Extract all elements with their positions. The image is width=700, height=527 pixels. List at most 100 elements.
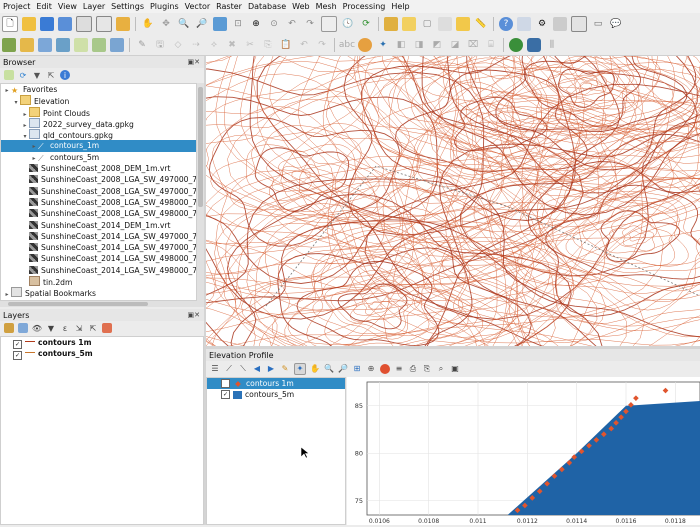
profile-layer-checkbox[interactable]: ✓ [221, 390, 230, 399]
layers-panel-controls-icon[interactable]: ▣✕ [188, 311, 200, 319]
browser-item[interactable]: SunshineCoast_2008_DEM_1m.vrt [1, 163, 196, 174]
zoom-out-icon[interactable]: 🔎 [195, 17, 209, 31]
browser-item[interactable]: SunshineCoast_2014_LGA_SW_498000_7051 [1, 265, 196, 276]
contour-map[interactable] [206, 56, 700, 346]
new-project-icon[interactable]: 🗋 [2, 16, 18, 32]
menu-raster[interactable]: Raster [213, 2, 245, 11]
print-layout-icon[interactable] [76, 16, 92, 32]
browser-item[interactable]: SunshineCoast_2008_LGA_SW_498000_7050 [1, 197, 196, 208]
elevation-profile-plot[interactable]: 0.0106 0.0108 0.011 0.0112 0.0114 0.0116 0.011… [347, 377, 700, 525]
add-csv-icon[interactable] [74, 38, 88, 52]
ep-capture-curve-icon[interactable]: ⟋ [224, 364, 234, 374]
temporal-icon[interactable]: 🕓 [341, 17, 355, 31]
save-project-icon[interactable] [40, 17, 54, 31]
zoom-full-icon[interactable] [213, 17, 227, 31]
filter-legend-icon[interactable]: ▼ [46, 323, 56, 333]
label-change-icon[interactable]: ◪ [448, 38, 462, 52]
ep-settings-icon[interactable]: ≡ [394, 364, 404, 374]
browser-item[interactable]: SunshineCoast_2014_LGA_SW_497000_7051 [1, 242, 196, 253]
ep-tolerance-icon[interactable]: ⌕ [436, 364, 446, 374]
save-edits-icon[interactable]: 🖫 [153, 38, 167, 52]
open-project-icon[interactable] [22, 17, 36, 31]
refresh-icon[interactable]: ⟳ [359, 17, 373, 31]
collapse-all-icon[interactable]: ⇱ [46, 70, 56, 80]
ep-options-icon[interactable]: ☰ [210, 364, 220, 374]
collapse-all-layers-icon[interactable]: ⇱ [88, 323, 98, 333]
browser-item[interactable]: SunshineCoast_2014_DEM_1m.vrt [1, 220, 196, 231]
browser-horizontal-scrollbar[interactable] [0, 301, 204, 307]
browser-item[interactable]: ▸ Spatial Bookmarks [1, 287, 196, 298]
data-source-manager-icon[interactable] [2, 38, 16, 52]
annotation-icon[interactable]: ▭ [591, 17, 605, 31]
layer-item[interactable]: ✓ contours 1m [1, 337, 203, 349]
zoom-in-icon[interactable]: 🔍 [177, 17, 191, 31]
add-selected-icon[interactable] [4, 70, 14, 80]
new-geopackage-icon[interactable] [92, 38, 106, 52]
settings-gear-icon[interactable]: ⚙ [535, 17, 549, 31]
menu-help[interactable]: Help [388, 2, 412, 11]
add-raster-icon[interactable] [38, 38, 52, 52]
filter-icon[interactable]: ▼ [32, 70, 42, 80]
help-icon[interactable]: ? [499, 17, 513, 31]
add-feature-icon[interactable]: ◇ [171, 38, 185, 52]
remove-layer-icon[interactable] [102, 323, 112, 333]
label-visibility-icon[interactable]: ⌸ [484, 38, 498, 52]
ep-pan-icon[interactable]: ✋ [310, 364, 320, 374]
zoom-layer-icon[interactable]: ⊕ [249, 17, 263, 31]
zoom-selection-icon[interactable]: ⊡ [231, 17, 245, 31]
label-rotate-icon[interactable]: ◩ [430, 38, 444, 52]
browser-item[interactable]: ▸ ⟋ contours_1m [1, 140, 196, 152]
profile-layer-item[interactable]: ✓ contours_5m [207, 389, 345, 400]
menu-web[interactable]: Web [289, 2, 312, 11]
plugin-icon[interactable] [509, 38, 523, 52]
select-features-icon[interactable] [402, 17, 416, 31]
menu-project[interactable]: Project [0, 2, 33, 11]
browser-item[interactable]: SunshineCoast_2008_LGA_SW_498000_7051 [1, 208, 196, 219]
ep-forward-icon[interactable]: ▶ [266, 364, 276, 374]
move-feature-icon[interactable]: ⇢ [189, 38, 203, 52]
ep-export-image-icon[interactable]: ⎙ [408, 364, 418, 374]
identify-icon[interactable] [384, 17, 398, 31]
cut-icon[interactable]: ✂ [243, 38, 257, 52]
browser-item[interactable]: SunshineCoast_2008_LGA_SW_497000_7051 [1, 186, 196, 197]
measure-icon[interactable]: 📏 [474, 17, 488, 31]
map-canvas[interactable] [206, 56, 700, 346]
ep-back-icon[interactable]: ◀ [252, 364, 262, 374]
filter-expression-icon[interactable]: ε [60, 323, 70, 333]
save-as-icon[interactable] [58, 17, 72, 31]
browser-item[interactable]: ▸ ⟋ contours_5m [1, 152, 196, 163]
zoom-next-icon[interactable]: ↷ [303, 17, 317, 31]
menu-plugins[interactable]: Plugins [147, 2, 182, 11]
refresh-browser-icon[interactable]: ⟳ [18, 70, 28, 80]
menu-settings[interactable]: Settings [108, 2, 147, 11]
comment-icon[interactable]: 💬 [609, 17, 623, 31]
toolbox-icon[interactable] [553, 17, 567, 31]
browser-item[interactable]: ▸ Point Clouds [1, 106, 196, 118]
label-show-icon[interactable]: ◧ [394, 38, 408, 52]
zoom-native-icon[interactable]: ⊙ [267, 17, 281, 31]
menu-view[interactable]: View [55, 2, 80, 11]
browser-item[interactable]: tin.2dm [1, 276, 196, 287]
browser-item[interactable]: ▾ Elevation [1, 95, 196, 106]
panel-controls-icon[interactable]: ▣✕ [188, 58, 200, 66]
layer-item[interactable]: ✓ contours_5m [1, 348, 203, 361]
manage-themes-icon[interactable]: 👁 [32, 323, 42, 333]
zoom-last-icon[interactable]: ↶ [285, 17, 299, 31]
processing-history-icon[interactable]: ⫼ [545, 38, 559, 52]
ep-zoom-in-icon[interactable]: 🔍 [324, 364, 334, 374]
edit-pencil-icon[interactable]: ✎ [135, 38, 149, 52]
field-calc-icon[interactable] [438, 17, 452, 31]
label-move-icon[interactable]: ◨ [412, 38, 426, 52]
add-vector-icon[interactable] [20, 38, 34, 52]
label-rule-icon[interactable]: ⌧ [466, 38, 480, 52]
paste-icon[interactable]: 📋 [279, 38, 293, 52]
menu-vector[interactable]: Vector [182, 2, 214, 11]
vertex-tool-icon[interactable]: ⟡ [207, 38, 221, 52]
menu-database[interactable]: Database [245, 2, 289, 11]
properties-icon[interactable]: i [60, 70, 70, 80]
browser-item[interactable]: ▸ ★ Favorites [1, 84, 196, 95]
delete-selected-icon[interactable]: ✖ [225, 38, 239, 52]
ep-clear-icon[interactable]: ✎ [280, 364, 290, 374]
ep-zoom-out-icon[interactable]: 🔎 [338, 364, 348, 374]
stats-icon[interactable] [456, 17, 470, 31]
